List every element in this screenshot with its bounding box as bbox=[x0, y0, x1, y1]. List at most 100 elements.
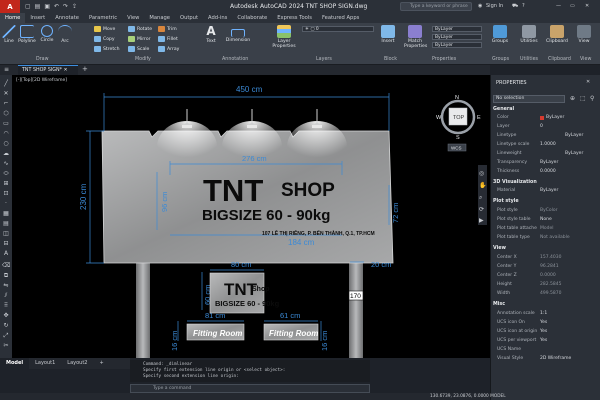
gradient-tool-icon[interactable]: ▤ bbox=[2, 220, 10, 227]
construction-line-icon[interactable]: ✕ bbox=[2, 90, 10, 97]
close-tab-icon[interactable]: ✕ bbox=[64, 68, 68, 73]
zoom-icon[interactable]: ⌕ bbox=[479, 195, 482, 201]
prop-value[interactable]: None bbox=[540, 217, 552, 222]
prop-value[interactable]: ByLayer bbox=[565, 133, 583, 138]
application-menu-button[interactable]: A bbox=[0, 0, 20, 13]
tab-collaborate[interactable]: Collaborate bbox=[232, 13, 272, 23]
undo-icon[interactable]: ↶ bbox=[54, 3, 59, 10]
tab-featured-apps[interactable]: Featured Apps bbox=[317, 13, 364, 23]
tab-layout1[interactable]: Layout1 bbox=[29, 358, 61, 369]
point-tool-icon[interactable]: · bbox=[2, 200, 10, 207]
match-properties-button[interactable]: Match Properties bbox=[404, 25, 427, 49]
section-3d-visualization[interactable]: 3D Visualization bbox=[493, 180, 537, 185]
quick-select-icon[interactable]: ⚲ bbox=[590, 95, 594, 102]
open-icon[interactable]: ▤ bbox=[35, 3, 41, 10]
copy-button[interactable]: Copy bbox=[94, 36, 115, 42]
sign-in-link[interactable]: Sign In bbox=[486, 3, 503, 9]
color-dropdown[interactable]: ByLayer bbox=[432, 26, 482, 32]
viewcube-top-label[interactable]: TOP bbox=[453, 115, 465, 121]
clipboard-button[interactable]: Clipboard bbox=[546, 25, 568, 44]
copy-tool-icon[interactable]: ⧉ bbox=[2, 272, 10, 279]
prop-value[interactable]: ByLayer bbox=[546, 115, 564, 120]
utilities-button[interactable]: Utilities bbox=[518, 25, 540, 44]
prop-value[interactable]: 1:1 bbox=[540, 311, 547, 316]
toggle-pickadd-icon[interactable]: ⊕ bbox=[570, 95, 575, 102]
section-plot-style[interactable]: Plot style bbox=[493, 199, 519, 204]
spline-tool-icon[interactable]: ∿ bbox=[2, 160, 10, 167]
tab-insert[interactable]: Insert bbox=[25, 13, 50, 23]
section-misc[interactable]: Misc bbox=[493, 302, 505, 307]
add-layout-icon[interactable]: + bbox=[93, 358, 109, 369]
erase-tool-icon[interactable]: ⌫ bbox=[2, 262, 10, 269]
prop-value[interactable]: 2D Wireframe bbox=[540, 356, 571, 361]
array-button[interactable]: Array bbox=[158, 46, 179, 52]
palette-close-icon[interactable]: ✕ bbox=[586, 79, 590, 85]
groups-button[interactable]: Groups bbox=[490, 25, 510, 44]
selection-dropdown[interactable]: No selection bbox=[493, 95, 565, 103]
prop-value[interactable]: 1.0000 bbox=[540, 142, 556, 147]
move-button[interactable]: Move bbox=[94, 26, 115, 32]
drawing-canvas[interactable]: 450 cm 276 cm 230 cm 96 cm 72 cm 184 cm … bbox=[12, 75, 490, 358]
command-line-input[interactable]: Type a command bbox=[130, 384, 370, 393]
layer-dropdown[interactable]: ☀ ▢ 0 bbox=[302, 26, 374, 32]
move-tool-icon[interactable]: ✥ bbox=[2, 312, 10, 319]
trim-tool-icon[interactable]: ✂ bbox=[2, 342, 10, 349]
search-input[interactable]: Type a keyword or phrase bbox=[400, 2, 472, 11]
document-tab[interactable]: TNT SHOP SIGN* ✕ bbox=[18, 65, 78, 75]
save-icon[interactable]: ▣ bbox=[44, 3, 50, 10]
new-icon[interactable]: ▢ bbox=[25, 3, 31, 10]
cloud-tool-icon[interactable]: ☁ bbox=[2, 150, 10, 157]
prop-value[interactable]: 0 bbox=[540, 124, 543, 129]
linetype-dropdown[interactable]: ByLayer bbox=[432, 42, 482, 48]
dimension-button[interactable]: Dimension bbox=[224, 25, 252, 43]
offset-tool-icon[interactable]: ⫽ bbox=[2, 292, 10, 299]
insert-tool-icon[interactable]: ⊞ bbox=[2, 180, 10, 187]
wcs-menu[interactable]: WCS bbox=[451, 146, 462, 151]
viewcube-west[interactable]: W bbox=[436, 115, 442, 121]
pan-icon[interactable]: ✋ bbox=[479, 181, 486, 189]
tab-model[interactable]: Model bbox=[0, 358, 30, 369]
polyline-button[interactable]: Polyline bbox=[17, 25, 37, 44]
tab-view[interactable]: View bbox=[122, 13, 144, 23]
mtext-tool-icon[interactable]: A bbox=[2, 250, 10, 257]
scale-tool-icon[interactable]: ⤢ bbox=[2, 332, 10, 339]
trim-button[interactable]: Trim bbox=[158, 26, 177, 32]
block-tool-icon[interactable]: ⊡ bbox=[2, 190, 10, 197]
viewport-label[interactable]: [-][Top][2D Wireframe] bbox=[16, 78, 67, 83]
prop-value[interactable]: ByLayer bbox=[540, 188, 558, 193]
view-button[interactable]: View bbox=[574, 25, 594, 44]
tab-layout2[interactable]: Layout2 bbox=[61, 358, 93, 369]
prop-value[interactable]: Yes bbox=[540, 320, 547, 325]
share-icon[interactable]: ⇪ bbox=[72, 3, 77, 10]
tab-output[interactable]: Output bbox=[175, 13, 203, 23]
start-tab-icon[interactable]: ≡ bbox=[4, 66, 9, 73]
tab-express-tools[interactable]: Express Tools bbox=[272, 13, 317, 23]
new-tab-icon[interactable]: + bbox=[82, 65, 88, 73]
hatch-tool-icon[interactable]: ▦ bbox=[2, 210, 10, 217]
array-tool-icon[interactable]: ⠿ bbox=[2, 302, 10, 309]
line-tool-icon[interactable]: ╱ bbox=[2, 80, 10, 87]
mirror-tool-icon[interactable]: ⇋ bbox=[2, 282, 10, 289]
tab-manage[interactable]: Manage bbox=[144, 13, 175, 23]
tab-annotate[interactable]: Annotate bbox=[50, 13, 84, 23]
help-icon[interactable]: ? bbox=[522, 3, 525, 9]
table-tool-icon[interactable]: ⊟ bbox=[2, 240, 10, 247]
lineweight-dropdown[interactable]: ByLayer bbox=[432, 34, 482, 40]
rectangle-tool-icon[interactable]: ▭ bbox=[2, 120, 10, 127]
maximize-icon[interactable]: ▭ bbox=[570, 3, 575, 9]
prop-value[interactable]: ByLayer bbox=[540, 160, 558, 165]
circle-tool-icon[interactable]: ○ bbox=[2, 140, 10, 147]
full-nav-wheel-icon[interactable]: ◎ bbox=[479, 171, 484, 177]
cart-icon[interactable]: ⛟ bbox=[512, 3, 518, 10]
prop-value[interactable]: Yes bbox=[540, 329, 547, 334]
viewcube-north[interactable]: N bbox=[455, 95, 459, 101]
text-button[interactable]: A Text bbox=[203, 25, 219, 45]
tab-add-ins[interactable]: Add-ins bbox=[203, 13, 232, 23]
prop-value[interactable]: ByLayer bbox=[565, 151, 583, 156]
showmotion-icon[interactable]: ▶ bbox=[479, 218, 484, 224]
viewcube[interactable]: TOP N S E W WCS bbox=[436, 95, 481, 152]
polygon-tool-icon[interactable]: ⬡ bbox=[2, 110, 10, 117]
insert-button[interactable]: Insert bbox=[380, 25, 396, 44]
arc-tool-icon[interactable]: ◠ bbox=[2, 130, 10, 137]
scale-button[interactable]: Scale bbox=[128, 46, 149, 52]
